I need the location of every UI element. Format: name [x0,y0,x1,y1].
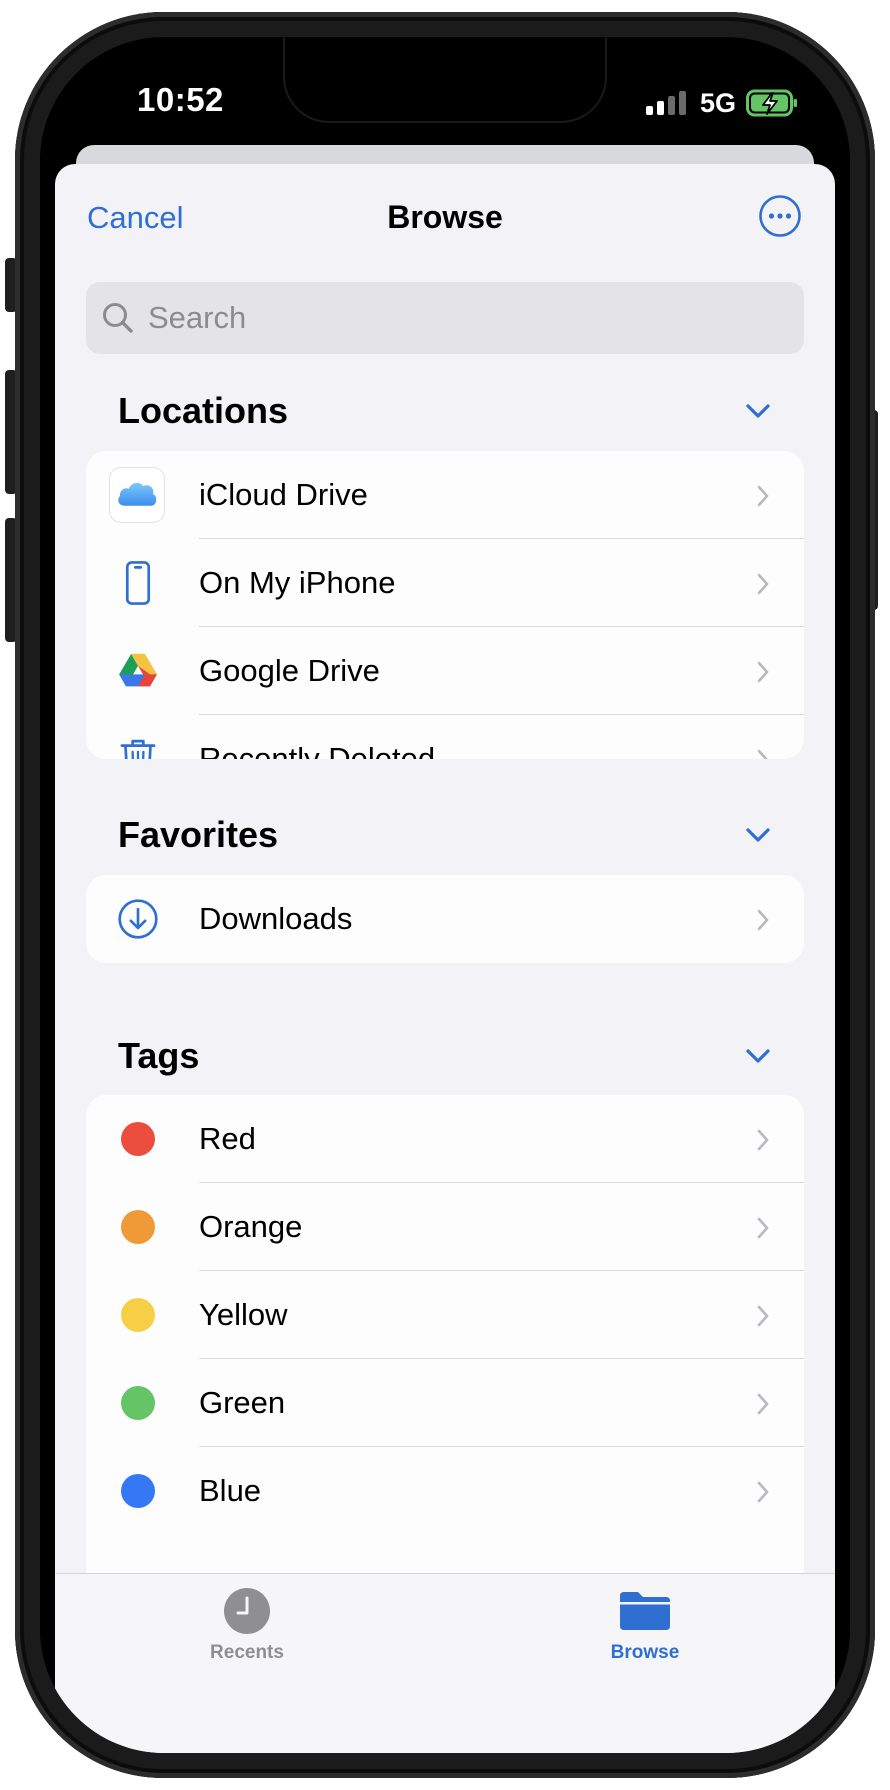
status-indicators: 5G [645,87,798,119]
orange-tag-dot-icon [121,1210,155,1244]
tab-recents[interactable]: Recents [157,1586,337,1664]
chevron-right-icon [757,749,768,759]
blue-tag-dot-icon [121,1474,155,1508]
page-title: Browse [387,199,503,235]
section-title-favorites: Favorites [118,814,279,855]
location-label: On My iPhone [199,565,396,600]
tag-label: Green [199,1385,286,1420]
red-tag-dot-icon [121,1122,155,1156]
trash-icon [110,731,166,759]
favorite-item-downloads[interactable]: Downloads [86,875,804,963]
tag-dot-wrap [110,1463,166,1519]
chevron-right-icon [757,1305,769,1327]
tag-dot-wrap [110,1375,166,1431]
download-circle-icon [110,891,166,947]
tag-label: Red [199,1121,256,1156]
battery-charging-icon [746,89,797,117]
location-item-google-drive[interactable]: Google Drive [86,627,804,715]
section-header-tags[interactable]: Tags [118,1031,774,1081]
tag-label: Orange [199,1209,303,1244]
chevron-down-icon[interactable] [744,1046,772,1066]
tag-dot-wrap [110,1287,166,1343]
tab-label-recents: Recents [210,1642,284,1663]
chevron-right-icon [757,485,769,507]
chevron-right-icon [757,1481,769,1503]
section-header-favorites[interactable]: Favorites [118,810,774,860]
phone-screen: 10:52 5G Cancel Browse Search Locations … [40,37,850,1753]
section-title-tags: Tags [118,1035,200,1076]
yellow-tag-dot-icon [121,1298,155,1332]
page: 10:52 5G Cancel Browse Search Locations … [0,0,890,1790]
google-drive-icon [110,643,166,699]
chevron-down-icon[interactable] [744,401,772,421]
location-label: Google Drive [199,653,380,688]
network-type: 5G [699,87,736,118]
tag-dot-wrap [110,1199,166,1255]
folder-icon [620,1592,670,1630]
search-input[interactable] [146,299,790,337]
icloud-icon [109,467,165,523]
tab-bar: Recents Browse [55,1573,835,1753]
location-item-icloud-drive[interactable]: iCloud Drive [86,451,804,539]
navigation-bar: Cancel Browse [55,164,835,264]
tag-item-blue[interactable]: Blue [86,1447,804,1535]
browse-sheet: Cancel Browse Locations [55,164,835,1753]
tab-label-browse: Browse [610,1642,680,1663]
status-time: 10:52 [137,81,224,118]
iphone-icon [110,555,166,611]
chevron-right-icon [757,1393,769,1415]
cellular-signal-icon [645,91,686,115]
tab-browse[interactable]: Browse [555,1586,735,1664]
tag-label: Blue [199,1473,262,1508]
chevron-right-icon [757,573,769,595]
location-item-recently-deleted[interactable]: Recently Deleted [86,715,804,759]
dynamic-island [285,37,605,121]
chevron-down-icon[interactable] [744,825,772,845]
tag-label: Yellow [199,1297,288,1332]
ellipsis-circle-icon[interactable] [758,194,802,238]
section-header-locations[interactable]: Locations [118,386,774,436]
chevron-right-icon [757,1129,769,1151]
tag-item-green[interactable]: Green [86,1359,804,1447]
search-icon [103,303,133,333]
tag-item-yellow[interactable]: Yellow [86,1271,804,1359]
tag-dot-wrap [110,1111,166,1167]
clock-icon [224,1588,270,1634]
tag-item-orange[interactable]: Orange [86,1183,804,1271]
tag-item-red[interactable]: Red [86,1095,804,1183]
chevron-right-icon [757,661,769,683]
tags-list: Red Orange Yellow Green Blue [86,1095,804,1615]
chevron-right-icon [757,909,769,931]
location-label: iCloud Drive [199,477,368,512]
location-label: Recently Deleted [199,741,436,759]
favorite-label: Downloads [199,901,353,936]
chevron-right-icon [757,1217,769,1239]
section-title-locations: Locations [118,390,289,431]
favorites-list: Downloads [86,875,804,963]
green-tag-dot-icon [121,1386,155,1420]
search-bar[interactable] [86,282,804,354]
locations-list: iCloud Drive On My iPhone Google Drive R… [86,451,804,759]
location-item-on-my-iphone[interactable]: On My iPhone [86,539,804,627]
